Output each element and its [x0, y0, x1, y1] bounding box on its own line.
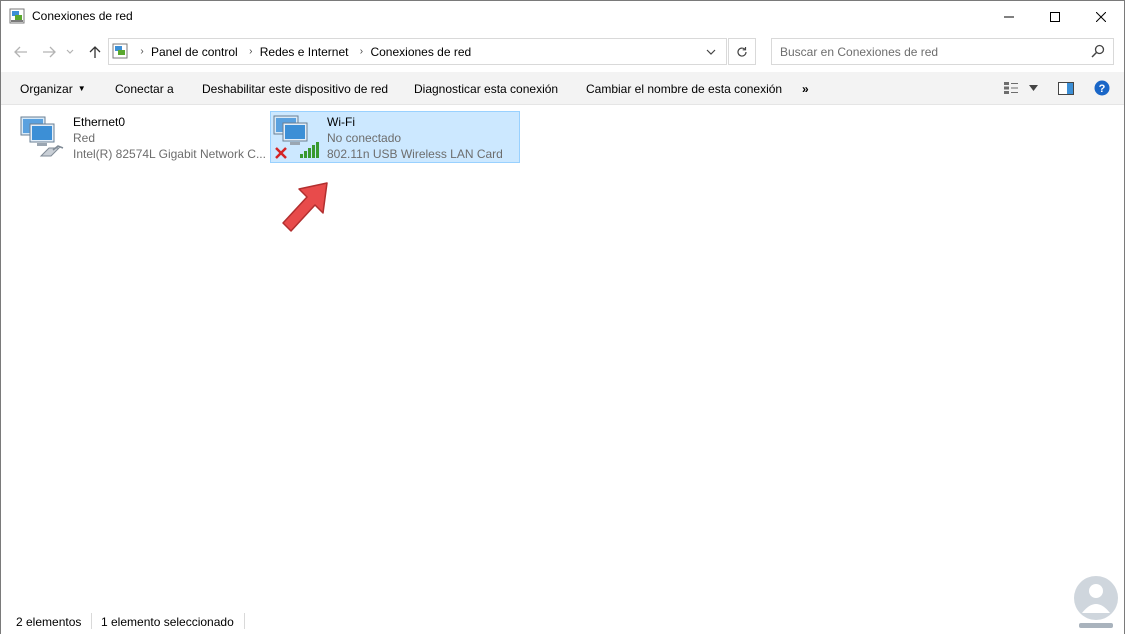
address-bar[interactable]: › Panel de control › Redes e Internet › …: [108, 38, 727, 65]
breadcrumb-network-connections[interactable]: Conexiones de red: [370, 45, 471, 59]
change-view-icon[interactable]: [1002, 80, 1020, 96]
svg-text:?: ?: [1099, 83, 1106, 95]
connection-name: Ethernet0: [73, 115, 126, 129]
status-divider: [244, 613, 245, 629]
breadcrumb: › Panel de control › Redes e Internet › …: [133, 39, 471, 64]
search-icon[interactable]: [1091, 44, 1105, 58]
selection-count: 1 elemento seleccionado: [101, 615, 234, 629]
connection-adapter: 802.11n USB Wireless LAN Card: [327, 147, 503, 161]
chevron-right-icon[interactable]: ›: [136, 46, 148, 57]
connection-name: Wi-Fi: [327, 115, 355, 129]
item-count: 2 elementos: [16, 615, 82, 629]
rename-button[interactable]: Cambiar el nombre de esta conexión: [586, 72, 782, 105]
disable-device-button[interactable]: Deshabilitar este dispositivo de red: [202, 72, 388, 105]
window-title: Conexiones de red: [32, 9, 133, 23]
breadcrumb-network-internet[interactable]: Redes e Internet: [260, 45, 349, 59]
pointer-arrow-icon: [277, 179, 337, 239]
connect-to-button[interactable]: Conectar a: [115, 72, 174, 105]
location-icon: [112, 43, 128, 59]
diagnose-button[interactable]: Diagnosticar esta conexión: [414, 72, 558, 105]
up-arrow-icon[interactable]: [85, 42, 105, 62]
command-bar: Organizar ▼ Conectar a Deshabilitar este…: [1, 72, 1124, 105]
maximize-button[interactable]: [1032, 1, 1078, 32]
preview-pane-icon[interactable]: [1057, 80, 1075, 96]
ethernet-adapter-icon: [17, 112, 69, 162]
recent-locations-chevron-icon[interactable]: [63, 42, 77, 62]
back-arrow-icon[interactable]: [11, 42, 31, 62]
chevron-right-icon[interactable]: ›: [355, 46, 367, 57]
connect-to-label: Conectar a: [115, 81, 174, 96]
connections-list: Ethernet0 Red Intel(R) 82574L Gigabit Ne…: [1, 105, 1124, 607]
connection-item-ethernet[interactable]: Ethernet0 Red Intel(R) 82574L Gigabit Ne…: [17, 112, 267, 164]
close-button[interactable]: [1078, 1, 1124, 32]
title-bar[interactable]: Conexiones de red: [1, 1, 1124, 32]
minimize-button[interactable]: [986, 1, 1032, 32]
more-commands-label: »: [802, 81, 809, 96]
diagnose-label: Diagnosticar esta conexión: [414, 81, 559, 96]
chevron-right-icon[interactable]: ›: [245, 46, 257, 57]
watermark-logo-icon: [1069, 571, 1123, 631]
more-commands-button[interactable]: »: [802, 72, 809, 105]
status-divider: [91, 613, 92, 629]
connection-status: No conectado: [327, 131, 402, 145]
network-connections-icon: [9, 8, 25, 24]
organize-label: Organizar: [20, 81, 73, 96]
connection-adapter: Intel(R) 82574L Gigabit Network C...: [73, 147, 266, 161]
view-options-caret-icon[interactable]: [1024, 80, 1042, 96]
disconnected-x-icon: [275, 147, 287, 159]
breadcrumb-control-panel[interactable]: Panel de control: [151, 45, 238, 59]
navigation-row: › Panel de control › Redes e Internet › …: [1, 32, 1124, 72]
search-box[interactable]: [771, 38, 1114, 65]
refresh-button[interactable]: [728, 38, 756, 65]
organize-button[interactable]: Organizar ▼: [20, 72, 86, 105]
address-history-chevron-icon[interactable]: [699, 39, 723, 64]
forward-arrow-icon[interactable]: [39, 42, 59, 62]
search-input[interactable]: [772, 39, 1082, 64]
disable-device-label: Deshabilitar este dispositivo de red: [202, 81, 389, 96]
wifi-adapter-icon: [271, 112, 323, 162]
signal-strength-icon: [300, 142, 319, 158]
caret-down-icon: ▼: [77, 84, 86, 93]
connection-status: Red: [73, 131, 96, 145]
connection-item-wifi[interactable]: Wi-Fi No conectado 802.11n USB Wireless …: [270, 111, 520, 163]
refresh-icon: [737, 46, 747, 57]
status-bar: 2 elementos 1 elemento seleccionado: [1, 607, 1124, 634]
explorer-window: Conexiones de red › Panel de control › R…: [0, 0, 1125, 634]
rename-label: Cambiar el nombre de esta conexión: [586, 81, 783, 96]
help-icon[interactable]: ?: [1093, 80, 1111, 96]
